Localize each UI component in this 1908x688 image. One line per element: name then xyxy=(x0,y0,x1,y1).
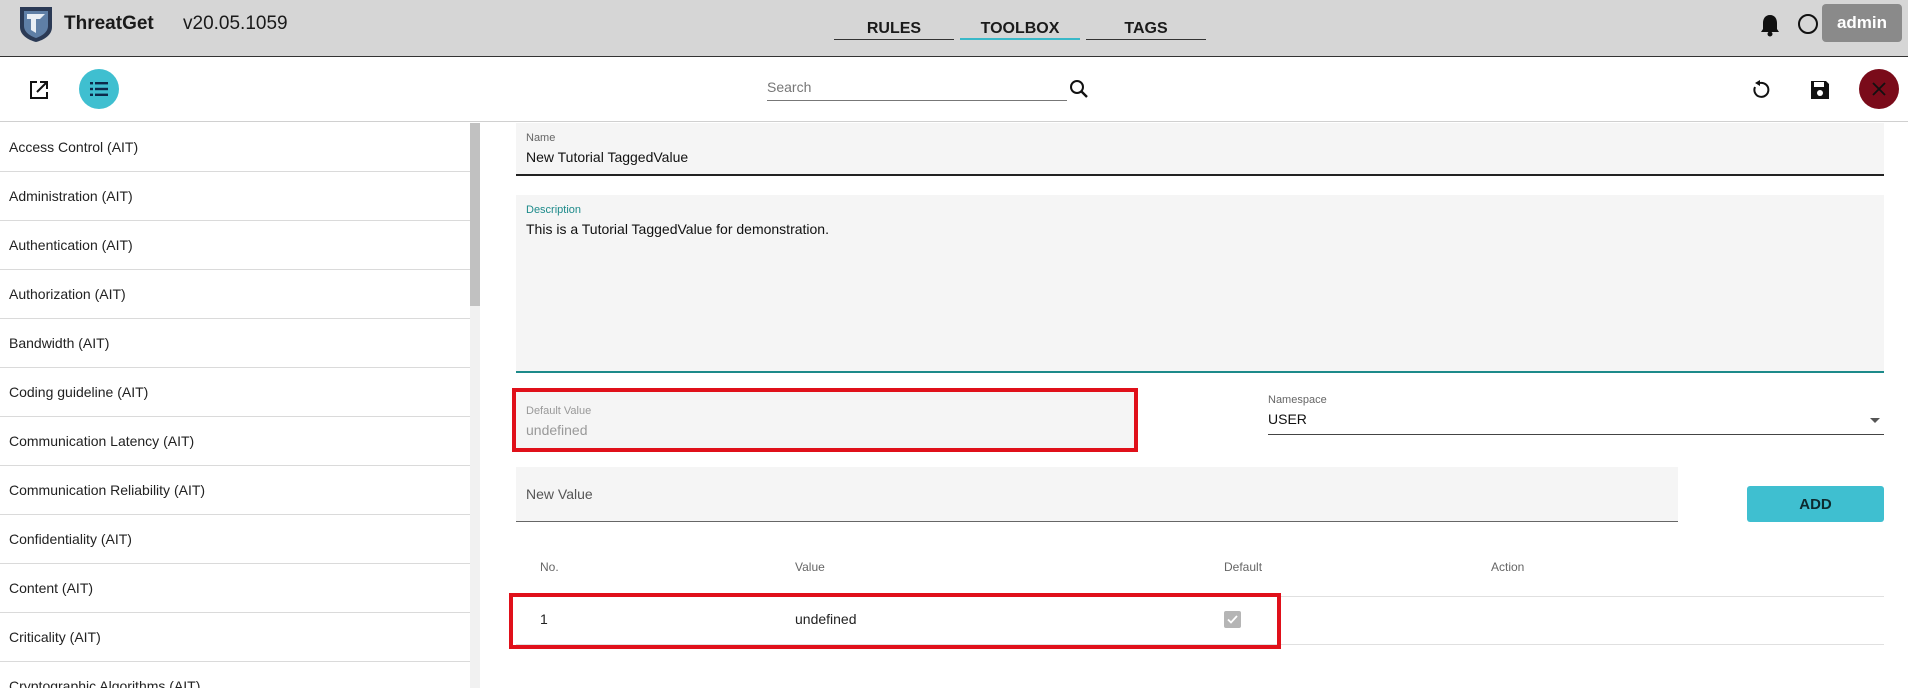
app-name: ThreatGet xyxy=(64,13,154,34)
name-field[interactable]: Name New Tutorial TaggedValue xyxy=(516,123,1884,176)
list-item[interactable]: Content (AIT) xyxy=(0,564,470,613)
bell-icon[interactable] xyxy=(1759,13,1781,37)
search-input[interactable] xyxy=(767,75,1067,99)
new-value-placeholder: New Value xyxy=(526,486,593,502)
reset-icon[interactable] xyxy=(1749,79,1771,101)
namespace-select[interactable]: Namespace USER xyxy=(1268,392,1884,435)
list-item[interactable]: Cryptographic Algorithms (AIT) xyxy=(0,662,470,688)
close-button[interactable] xyxy=(1859,69,1899,109)
tab-rules[interactable]: RULES xyxy=(834,0,954,57)
column-header-action: Action xyxy=(1491,560,1525,574)
close-icon xyxy=(1872,82,1886,96)
app-version: v20.05.1059 xyxy=(183,13,288,34)
list-item[interactable]: Authorization (AIT) xyxy=(0,270,470,319)
search-icon[interactable] xyxy=(1069,79,1089,99)
list-item[interactable]: Access Control (AIT) xyxy=(0,123,470,172)
name-label: Name xyxy=(526,132,556,144)
search-box xyxy=(767,75,1067,101)
add-button[interactable]: ADD xyxy=(1747,486,1884,522)
toolbar xyxy=(0,57,1908,122)
column-header-value: Value xyxy=(795,560,825,574)
list-item[interactable]: Administration (AIT) xyxy=(0,172,470,221)
threatget-logo-icon[interactable] xyxy=(18,5,54,43)
tab-toolbox[interactable]: TOOLBOX xyxy=(960,0,1080,57)
list-item[interactable]: Communication Latency (AIT) xyxy=(0,417,470,466)
highlight-box xyxy=(512,388,1138,452)
description-field[interactable]: Description This is a Tutorial TaggedVal… xyxy=(516,195,1884,373)
list-item[interactable]: Criticality (AIT) xyxy=(0,613,470,662)
main-tabs: RULES TOOLBOX TAGS xyxy=(834,0,1206,57)
dropdown-arrow-icon xyxy=(1870,418,1880,423)
user-menu-button[interactable]: admin xyxy=(1822,4,1902,42)
new-value-field[interactable]: New Value xyxy=(516,467,1678,522)
column-header-no: No. xyxy=(540,560,559,574)
list-view-button[interactable] xyxy=(79,69,119,109)
list-icon xyxy=(90,82,108,96)
open-external-icon[interactable] xyxy=(28,79,50,101)
namespace-value: USER xyxy=(1268,411,1307,427)
name-value: New Tutorial TaggedValue xyxy=(526,149,689,165)
list-item[interactable]: Coding guideline (AIT) xyxy=(0,368,470,417)
description-value: This is a Tutorial TaggedValue for demon… xyxy=(526,221,829,237)
sidebar-scrollbar-thumb[interactable] xyxy=(470,123,480,306)
tab-tags[interactable]: TAGS xyxy=(1086,0,1206,57)
namespace-label: Namespace xyxy=(1268,394,1327,406)
list-item[interactable]: Communication Reliability (AIT) xyxy=(0,466,470,515)
status-circle-icon[interactable] xyxy=(1798,14,1818,34)
list-item[interactable]: Bandwidth (AIT) xyxy=(0,319,470,368)
highlight-box xyxy=(509,593,1281,649)
save-icon[interactable] xyxy=(1809,79,1831,101)
list-item[interactable]: Authentication (AIT) xyxy=(0,221,470,270)
list-item[interactable]: Confidentiality (AIT) xyxy=(0,515,470,564)
top-bar: ThreatGet v20.05.1059 RULES TOOLBOX TAGS… xyxy=(0,0,1908,57)
column-header-default: Default xyxy=(1224,560,1263,574)
tagged-value-list: Access Control (AIT) Administration (AIT… xyxy=(0,123,470,688)
description-label: Description xyxy=(526,204,582,216)
